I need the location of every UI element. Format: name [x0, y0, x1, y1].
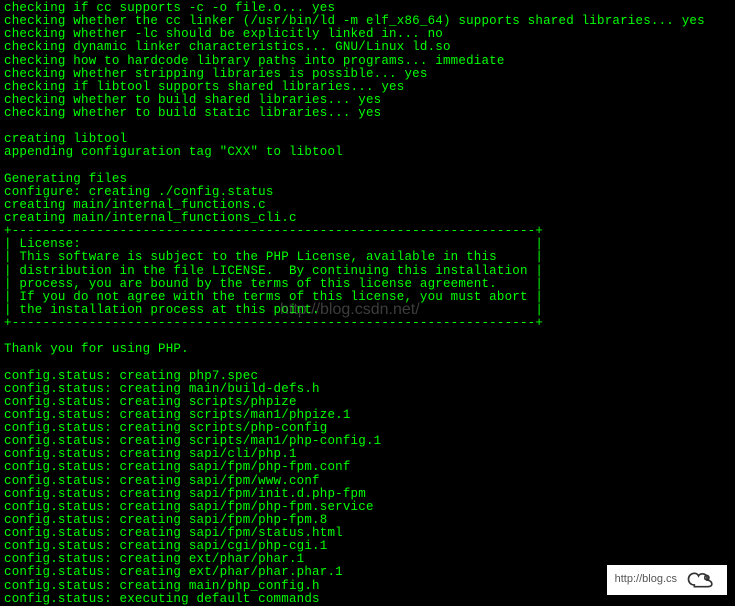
terminal-line: config.status: creating sapi/fpm/www.con… [4, 475, 731, 488]
terminal-line: +---------------------------------------… [4, 317, 731, 330]
terminal-line: checking dynamic linker characteristics.… [4, 41, 731, 54]
terminal-line [4, 356, 731, 369]
terminal-line: appending configuration tag "CXX" to lib… [4, 146, 731, 159]
terminal-output: checking if cc supports -c -o file.o... … [4, 2, 731, 606]
terminal-line: config.status: creating php7.spec [4, 370, 731, 383]
terminal-line: config.status: creating sapi/fpm/php-fpm… [4, 461, 731, 474]
terminal-line: Generating files [4, 173, 731, 186]
terminal-line: checking how to hardcode library paths i… [4, 55, 731, 68]
terminal-line: config.status: creating scripts/phpize [4, 396, 731, 409]
terminal-line: | If you do not agree with the terms of … [4, 291, 731, 304]
watermark-corner-text: http://blog.cs [615, 574, 677, 586]
terminal-line: | process, you are bound by the terms of… [4, 278, 731, 291]
terminal-line: | This software is subject to the PHP Li… [4, 251, 731, 264]
terminal-line: Thank you for using PHP. [4, 343, 731, 356]
terminal-line: configure: creating ./config.status [4, 186, 731, 199]
terminal-line: | distribution in the file LICENSE. By c… [4, 265, 731, 278]
terminal-line [4, 160, 731, 173]
terminal-line: config.status: creating main/build-defs.… [4, 383, 731, 396]
terminal-line: checking whether to build static librari… [4, 107, 731, 120]
cloud-logo-icon [683, 569, 719, 591]
terminal-line: checking whether stripping libraries is … [4, 68, 731, 81]
watermark-corner: http://blog.cs [607, 565, 727, 595]
terminal-line: config.status: creating sapi/fpm/php-fpm… [4, 501, 731, 514]
terminal-line: checking if libtool supports shared libr… [4, 81, 731, 94]
terminal-line: config.status: creating sapi/fpm/init.d.… [4, 488, 731, 501]
